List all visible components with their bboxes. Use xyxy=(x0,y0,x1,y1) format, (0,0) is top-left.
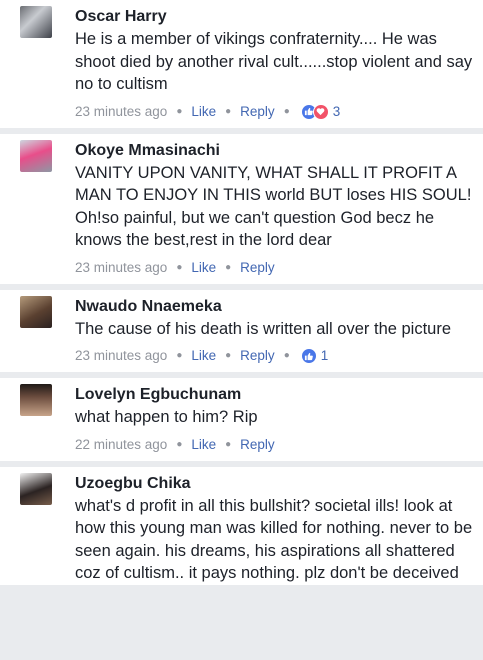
comment-actions: 23 minutes ago ● Like ● Reply xyxy=(75,252,473,284)
reply-button[interactable]: Reply xyxy=(240,340,275,372)
separator-dot: ● xyxy=(225,350,232,361)
avatar[interactable] xyxy=(20,6,52,38)
separator-dot: ● xyxy=(225,261,232,273)
reply-button[interactable]: Reply xyxy=(240,429,275,461)
like-button[interactable]: Like xyxy=(191,429,216,461)
comment-body: Okoye Mmasinachi VANITY UPON VANITY, WHA… xyxy=(75,140,473,284)
commenter-name[interactable]: Nwaudo Nnaemeka xyxy=(75,296,473,317)
comment-text: VANITY UPON VANITY, WHAT SHALL IT PROFIT… xyxy=(75,163,472,250)
comment: Lovelyn Egbuchunam what happen to him? R… xyxy=(0,378,483,467)
like-button[interactable]: Like xyxy=(191,252,216,284)
comment: Uzoegbu Chika what's d profit in all thi… xyxy=(0,466,483,591)
comment-actions: 22 minutes ago ● Like ● Reply xyxy=(75,429,473,461)
reply-button[interactable]: Reply xyxy=(240,252,275,284)
timestamp: 23 minutes ago xyxy=(75,259,168,275)
separator-dot: ● xyxy=(176,261,183,273)
timestamp: 22 minutes ago xyxy=(75,436,168,452)
reactions[interactable]: 3 xyxy=(300,96,341,128)
reactions[interactable]: 1 xyxy=(300,340,329,372)
comment-body: Lovelyn Egbuchunam what happen to him? R… xyxy=(75,384,473,461)
comment-body: Uzoegbu Chika what's d profit in all thi… xyxy=(75,473,473,585)
comment-text: The cause of his death is written all ov… xyxy=(75,319,452,338)
avatar[interactable] xyxy=(20,472,52,505)
commenter-name[interactable]: Okoye Mmasinachi xyxy=(75,140,473,161)
separator-dot: ● xyxy=(283,350,290,361)
comment: Nwaudo Nnaemeka The cause of his death i… xyxy=(0,289,483,378)
thumbs-up-icon xyxy=(300,348,317,364)
comment-text: what's d profit in all this bullshit? so… xyxy=(75,496,473,583)
commenter-name[interactable]: Oscar Harry xyxy=(75,6,473,27)
commenter-name[interactable]: Uzoegbu Chika xyxy=(75,473,473,494)
like-button[interactable]: Like xyxy=(191,340,216,372)
reply-button[interactable]: Reply xyxy=(240,96,275,128)
avatar[interactable] xyxy=(20,295,52,328)
separator-dot: ● xyxy=(176,105,183,117)
avatar[interactable] xyxy=(20,139,52,172)
comment: Oscar Harry He is a member of vikings co… xyxy=(0,0,483,134)
separator-dot: ● xyxy=(176,438,183,450)
timestamp: 23 minutes ago xyxy=(75,103,168,119)
separator-dot: ● xyxy=(176,350,183,361)
like-button[interactable]: Like xyxy=(191,96,216,128)
reaction-count: 1 xyxy=(320,348,329,363)
separator-dot: ● xyxy=(225,438,232,450)
comment-actions: 23 minutes ago ● Like ● Reply ● 3 xyxy=(75,96,473,128)
comment-body: Nwaudo Nnaemeka The cause of his death i… xyxy=(75,296,473,373)
comments-feed: Oscar Harry He is a member of vikings co… xyxy=(0,0,483,660)
avatar[interactable] xyxy=(20,384,52,416)
heart-icon xyxy=(312,103,329,120)
comment-text: what happen to him? Rip xyxy=(75,408,258,426)
separator-dot: ● xyxy=(225,105,232,117)
comment-body: Oscar Harry He is a member of vikings co… xyxy=(75,6,473,128)
separator-dot: ● xyxy=(283,105,290,117)
reaction-count: 3 xyxy=(332,103,341,119)
comment: Okoye Mmasinachi VANITY UPON VANITY, WHA… xyxy=(0,133,483,290)
comment-actions: 23 minutes ago ● Like ● Reply ● 1 xyxy=(75,340,473,372)
timestamp: 23 minutes ago xyxy=(75,348,168,363)
comment-text: He is a member of vikings confraternity.… xyxy=(75,30,473,93)
commenter-name[interactable]: Lovelyn Egbuchunam xyxy=(75,384,473,405)
